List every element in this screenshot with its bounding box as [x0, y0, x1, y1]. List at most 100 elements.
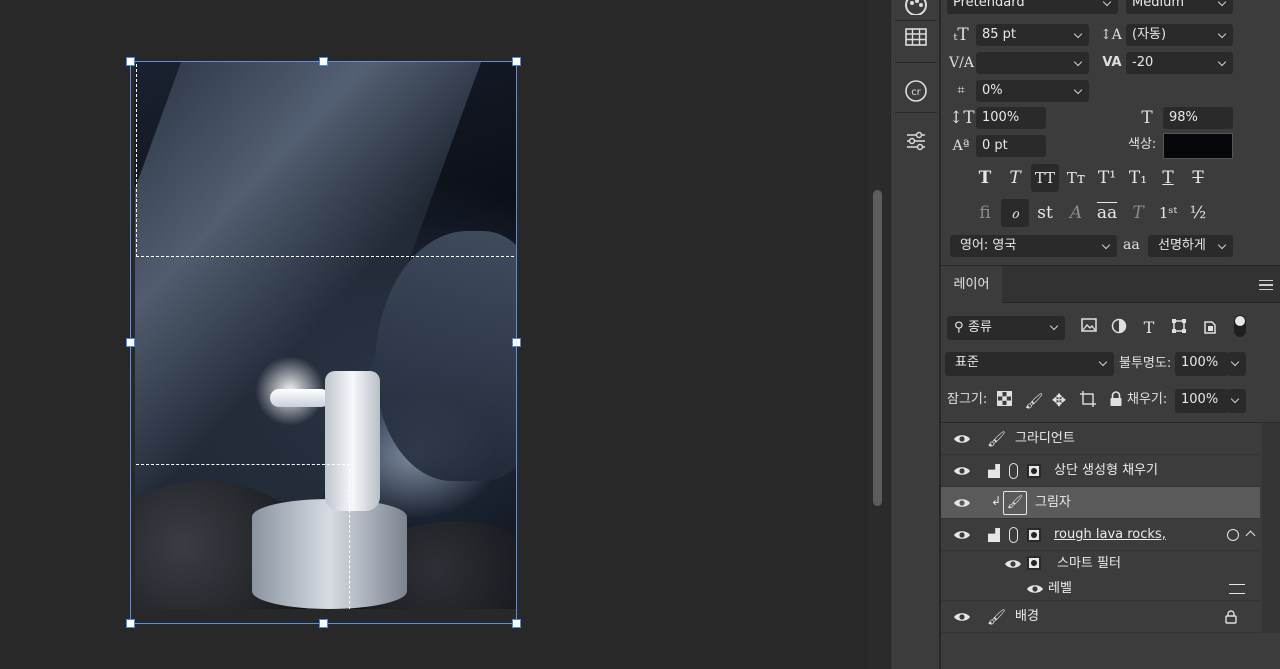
underline-button[interactable]: T	[1154, 164, 1182, 192]
smart-filter-badge-icon[interactable]	[1227, 529, 1239, 541]
handle-middle-left[interactable]	[126, 338, 135, 347]
layer-row[interactable]: rough lava rocks,	[941, 519, 1260, 551]
layer-mask-thumbnail[interactable]	[1027, 528, 1041, 542]
eye-icon[interactable]	[953, 527, 971, 543]
eye-icon[interactable]	[1004, 556, 1022, 572]
handle-top-left[interactable]	[126, 57, 135, 66]
layer-row-background[interactable]: 🖌 배경	[941, 601, 1260, 633]
creative-cloud-libraries-icon[interactable]: cr	[901, 76, 931, 106]
handle-bottom-center[interactable]	[319, 619, 328, 628]
handle-middle-right[interactable]	[512, 338, 521, 347]
leading-icon: ↕A	[1100, 27, 1122, 43]
discretionary-ligatures-button[interactable]: st	[1031, 199, 1059, 227]
baseline-shift-field[interactable]: 0 pt	[976, 135, 1046, 157]
leading-field[interactable]: (자동)	[1126, 24, 1233, 46]
faux-italic-button[interactable]: T	[1001, 164, 1029, 192]
lock-all-icon[interactable]	[1106, 391, 1126, 411]
subscript-button[interactable]: T₁	[1124, 164, 1152, 192]
ordinals-button[interactable]: 1ˢᵗ	[1154, 199, 1182, 227]
layer-name[interactable]: 그림자	[1035, 487, 1071, 519]
lock-icon[interactable]	[1225, 610, 1237, 624]
panel-menu-icon[interactable]	[1259, 280, 1273, 290]
layer-name[interactable]: 레벨	[1048, 577, 1072, 601]
canvas-scrollbar-thumb[interactable]	[873, 190, 882, 506]
layer-name[interactable]: rough lava rocks,	[1054, 519, 1166, 551]
eye-icon[interactable]	[953, 431, 971, 447]
tsume-field[interactable]: 0%	[976, 80, 1089, 102]
transform-bounding-box[interactable]	[126, 57, 521, 628]
eye-icon[interactable]	[953, 463, 971, 479]
filter-toggle-switch[interactable]	[1234, 315, 1246, 337]
handle-bottom-left[interactable]	[126, 619, 135, 628]
lock-position-icon[interactable]: ✥	[1049, 391, 1069, 411]
layer-name[interactable]: 상단 생성형 채우기	[1054, 455, 1158, 487]
all-caps-button[interactable]: TT	[1031, 164, 1059, 192]
lock-transparent-pixels-icon[interactable]	[994, 391, 1014, 411]
layer-filter-select[interactable]: ⚲ 종류	[947, 316, 1065, 340]
handle-bottom-right[interactable]	[512, 619, 521, 628]
antialias-icon: aa	[1123, 237, 1140, 253]
filter-type-icon[interactable]: T	[1139, 318, 1159, 338]
table-grid-icon[interactable]	[901, 22, 931, 52]
stylistic-alternates-button[interactable]: aa	[1093, 199, 1121, 227]
horizontal-scale-field[interactable]: 98%	[1163, 107, 1233, 129]
layer-list-scrollbar[interactable]	[1262, 423, 1280, 633]
opacity-dropdown[interactable]	[1228, 352, 1246, 376]
layer-name[interactable]: 그라디언트	[1015, 423, 1075, 455]
faux-bold-button[interactable]: T	[971, 164, 999, 192]
tsume-icon: ⌗	[957, 83, 965, 98]
strikethrough-button[interactable]: T	[1184, 164, 1212, 192]
small-caps-button[interactable]: Tт	[1062, 164, 1090, 192]
eye-icon[interactable]	[953, 609, 971, 625]
properties-panel: Pretendard Medium ₜT 85 pt ↕A (자동) V/A V…	[941, 0, 1280, 669]
collapse-chevron-icon[interactable]	[1245, 530, 1256, 541]
smart-object-icon	[988, 528, 1000, 542]
text-color-swatch[interactable]	[1163, 133, 1233, 159]
brush-thumbnail[interactable]: 🖌	[1003, 491, 1027, 515]
filter-shape-icon[interactable]	[1169, 318, 1189, 338]
kerning-field[interactable]	[976, 52, 1089, 74]
antialias-select[interactable]: 선명하게	[1148, 235, 1233, 257]
superscript-button[interactable]: T¹	[1093, 164, 1121, 192]
font-size-field[interactable]: 85 pt	[976, 24, 1089, 46]
titling-alternates-button[interactable]: T	[1124, 199, 1152, 227]
language-select[interactable]: 영어: 영국	[950, 235, 1117, 257]
layer-row[interactable]: 상단 생성형 채우기	[941, 455, 1260, 487]
font-family-select[interactable]: Pretendard	[947, 0, 1118, 14]
layer-row-selected[interactable]: ↲ 🖌 그림자	[941, 487, 1260, 519]
filter-blending-options-icon[interactable]	[1229, 584, 1245, 594]
smart-filters-row[interactable]: 스마트 필터	[941, 551, 1260, 577]
contextual-alternates-button[interactable]: ℴ	[1001, 199, 1029, 227]
canvas-area[interactable]	[0, 0, 868, 669]
fill-dropdown[interactable]	[1228, 389, 1246, 413]
eye-icon[interactable]	[1026, 581, 1044, 597]
layer-row[interactable]: 🖌 그라디언트	[941, 423, 1260, 455]
filter-smart-object-icon[interactable]	[1200, 318, 1220, 338]
layer-name[interactable]: 배경	[1015, 601, 1039, 633]
swash-button[interactable]: A	[1062, 199, 1090, 227]
handle-top-right[interactable]	[512, 57, 521, 66]
filter-pixel-icon[interactable]	[1079, 318, 1099, 338]
lock-image-pixels-icon[interactable]: 🖌	[1024, 391, 1044, 411]
filter-levels-row[interactable]: 레벨	[941, 577, 1260, 601]
tracking-field[interactable]: -20	[1126, 52, 1233, 74]
fractions-button[interactable]: ½	[1184, 199, 1212, 227]
swatches-icon[interactable]	[901, 0, 931, 18]
filter-adjustment-icon[interactable]	[1109, 318, 1129, 338]
fill-field[interactable]: 100%	[1175, 389, 1229, 413]
tab-layers[interactable]: 레이어	[941, 266, 1002, 304]
font-style-select[interactable]: Medium	[1126, 0, 1233, 14]
opacity-field[interactable]: 100%	[1175, 352, 1229, 376]
fill-label: 채우기:	[1127, 392, 1168, 407]
layer-name[interactable]: 스마트 필터	[1057, 551, 1121, 577]
ligatures-button[interactable]: ﬁ	[971, 199, 999, 227]
filter-toggle-knob	[1235, 316, 1245, 326]
adjustments-sliders-icon[interactable]	[901, 126, 931, 156]
handle-top-center[interactable]	[319, 57, 328, 66]
blend-mode-select[interactable]: 표준	[945, 352, 1114, 376]
vertical-scale-field[interactable]: 100%	[976, 107, 1046, 129]
eye-icon[interactable]	[953, 495, 971, 511]
lock-artboard-icon[interactable]	[1078, 391, 1098, 411]
layer-mask-thumbnail[interactable]	[1027, 464, 1041, 478]
filter-mask-thumbnail[interactable]	[1027, 556, 1041, 570]
